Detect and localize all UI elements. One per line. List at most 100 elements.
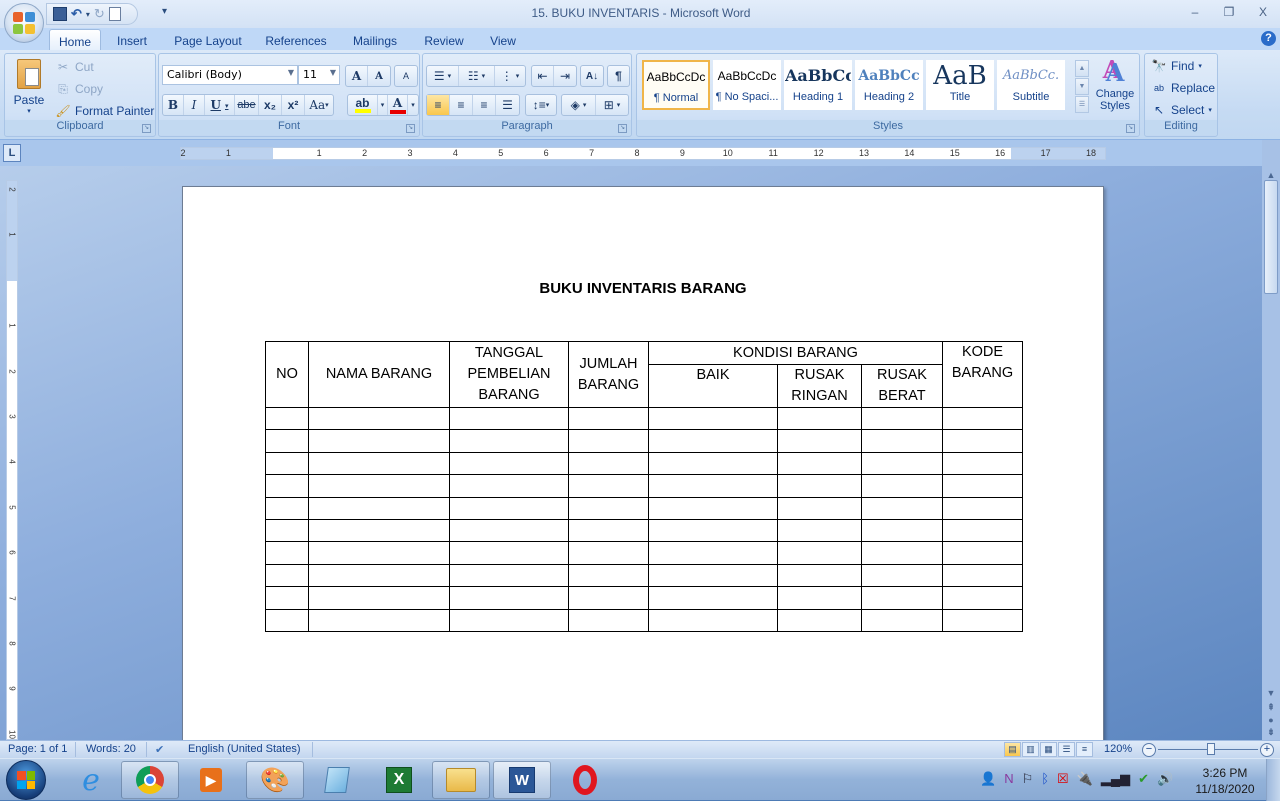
table-cell[interactable] <box>449 474 569 498</box>
table-cell[interactable] <box>648 474 778 498</box>
table-cell[interactable] <box>861 608 943 632</box>
tab-mailings[interactable]: Mailings <box>345 29 405 50</box>
style-normal[interactable]: AaBbCcDc ¶ Normal <box>642 60 710 110</box>
minimize-button[interactable]: – <box>1178 2 1212 22</box>
align-center-button[interactable]: ≡ <box>450 95 473 115</box>
zoom-level[interactable]: 120% <box>1104 743 1132 755</box>
table-cell[interactable] <box>265 429 309 453</box>
next-page-button[interactable]: ⇟ <box>1264 727 1278 738</box>
tray-network-signal-icon[interactable]: ▂▄▆ <box>1101 771 1130 787</box>
table-cell[interactable] <box>308 541 450 565</box>
table-cell[interactable] <box>265 474 309 498</box>
office-button[interactable] <box>4 3 44 43</box>
tab-insert[interactable]: Insert <box>109 29 155 50</box>
table-cell[interactable] <box>648 586 778 610</box>
select-browse-object-button[interactable]: ● <box>1264 715 1278 725</box>
show-desktop-button[interactable] <box>1266 759 1280 801</box>
table-cell[interactable] <box>568 541 649 565</box>
replace-button[interactable]: ab Replace <box>1151 80 1215 96</box>
close-button[interactable]: X <box>1246 2 1280 22</box>
table-cell[interactable] <box>861 563 943 588</box>
increase-indent-button[interactable]: ⇥ <box>554 66 576 86</box>
zoom-out-button[interactable]: − <box>1142 743 1156 757</box>
taskbar-excel[interactable]: X <box>370 761 428 799</box>
table-cell[interactable] <box>942 608 1023 632</box>
table-cell[interactable] <box>777 429 862 453</box>
italic-button[interactable]: I <box>184 95 205 115</box>
proofing-icon[interactable]: ✔ <box>155 743 164 756</box>
table-cell[interactable] <box>449 518 569 543</box>
table-cell[interactable] <box>777 541 862 565</box>
subscript-button[interactable]: x₂ <box>259 95 282 115</box>
clipboard-dialog-launcher[interactable]: ↘ <box>142 124 151 133</box>
scroll-up-button[interactable]: ▲ <box>1264 170 1278 180</box>
strikethrough-button[interactable]: abe <box>235 95 259 115</box>
table-cell[interactable] <box>861 518 943 543</box>
superscript-button[interactable]: x² <box>282 95 305 115</box>
underline-button[interactable]: U ▾ <box>205 95 235 115</box>
table-cell[interactable] <box>308 563 450 588</box>
taskbar-paint[interactable]: 🎨 <box>246 761 304 799</box>
table-cell[interactable] <box>942 541 1023 565</box>
table-cell[interactable] <box>449 406 569 431</box>
table-cell[interactable] <box>648 563 778 588</box>
vertical-scrollbar[interactable]: ▲ ▼ ⇞ ● ⇟ <box>1262 140 1280 740</box>
tab-selector-button[interactable]: L <box>3 144 21 162</box>
table-cell[interactable] <box>568 429 649 453</box>
full-screen-reading-view-button[interactable]: ▥ <box>1022 742 1039 757</box>
table-cell[interactable] <box>449 496 569 520</box>
cut-button[interactable]: ✂ Cut <box>55 59 94 75</box>
horizontal-ruler[interactable]: 2 1 1 2 3 4 5 6 7 8 9 10 11 12 13 14 15 16 17 18 <box>180 147 1106 160</box>
table-cell[interactable] <box>308 518 450 543</box>
grow-font-button[interactable]: A <box>346 66 368 86</box>
table-cell[interactable] <box>308 406 450 431</box>
table-cell[interactable] <box>861 406 943 431</box>
font-dialog-launcher[interactable]: ↘ <box>406 124 415 133</box>
zoom-slider-thumb[interactable] <box>1206 743 1215 755</box>
outline-view-button[interactable]: ☰ <box>1058 742 1075 757</box>
copy-button[interactable]: ⎘ Copy <box>55 81 103 97</box>
zoom-in-button[interactable]: + <box>1260 743 1274 757</box>
table-cell[interactable] <box>449 563 569 588</box>
table-cell[interactable] <box>777 496 862 520</box>
table-cell[interactable] <box>942 563 1023 588</box>
table-cell[interactable] <box>568 563 649 588</box>
table-cell[interactable] <box>568 518 649 543</box>
table-cell[interactable] <box>265 496 309 520</box>
tray-bluetooth-icon[interactable]: ᛒ <box>1041 771 1049 787</box>
table-cell[interactable] <box>308 474 450 498</box>
print-layout-view-button[interactable]: ▤ <box>1004 742 1021 757</box>
table-cell[interactable] <box>942 451 1023 476</box>
gallery-more-button[interactable]: ☰ <box>1075 96 1089 113</box>
table-cell[interactable] <box>449 451 569 476</box>
document-page[interactable]: BUKU INVENTARIS BARANG NO NAMA BARANG TA… <box>182 186 1104 746</box>
start-button[interactable] <box>6 760 46 800</box>
table-cell[interactable] <box>777 586 862 610</box>
table-cell[interactable] <box>861 474 943 498</box>
table-cell[interactable] <box>942 518 1023 543</box>
taskbar-media-player[interactable]: ▶ <box>182 761 240 799</box>
styles-dialog-launcher[interactable]: ↘ <box>1126 124 1135 133</box>
style-no-spacing[interactable]: AaBbCcDc ¶ No Spaci... <box>713 60 781 110</box>
table-cell[interactable] <box>568 474 649 498</box>
draft-view-button[interactable]: ≡ <box>1076 742 1093 757</box>
table-cell[interactable] <box>308 608 450 632</box>
table-cell[interactable] <box>648 429 778 453</box>
font-color-dropdown[interactable]: ▾ <box>408 95 418 115</box>
table-cell[interactable] <box>265 563 309 588</box>
show-hide-marks-button[interactable]: ¶ <box>608 66 629 86</box>
table-cell[interactable] <box>308 451 450 476</box>
style-heading-2[interactable]: AaBbCc Heading 2 <box>855 60 923 110</box>
justify-button[interactable]: ☰ <box>496 95 519 115</box>
table-cell[interactable] <box>308 586 450 610</box>
tab-review[interactable]: Review <box>418 29 470 50</box>
table-cell[interactable] <box>308 496 450 520</box>
scroll-down-button[interactable]: ▼ <box>1264 688 1278 698</box>
format-painter-button[interactable]: 🖌 Format Painter <box>55 103 154 119</box>
table-cell[interactable] <box>648 518 778 543</box>
change-styles-button[interactable]: A Change Styles <box>1093 58 1137 112</box>
highlight-button[interactable]: ab <box>348 95 378 115</box>
table-cell[interactable] <box>777 474 862 498</box>
shading-button[interactable]: ◈ ▾ <box>562 95 596 115</box>
style-subtitle[interactable]: AaBbCc. Subtitle <box>997 60 1065 110</box>
